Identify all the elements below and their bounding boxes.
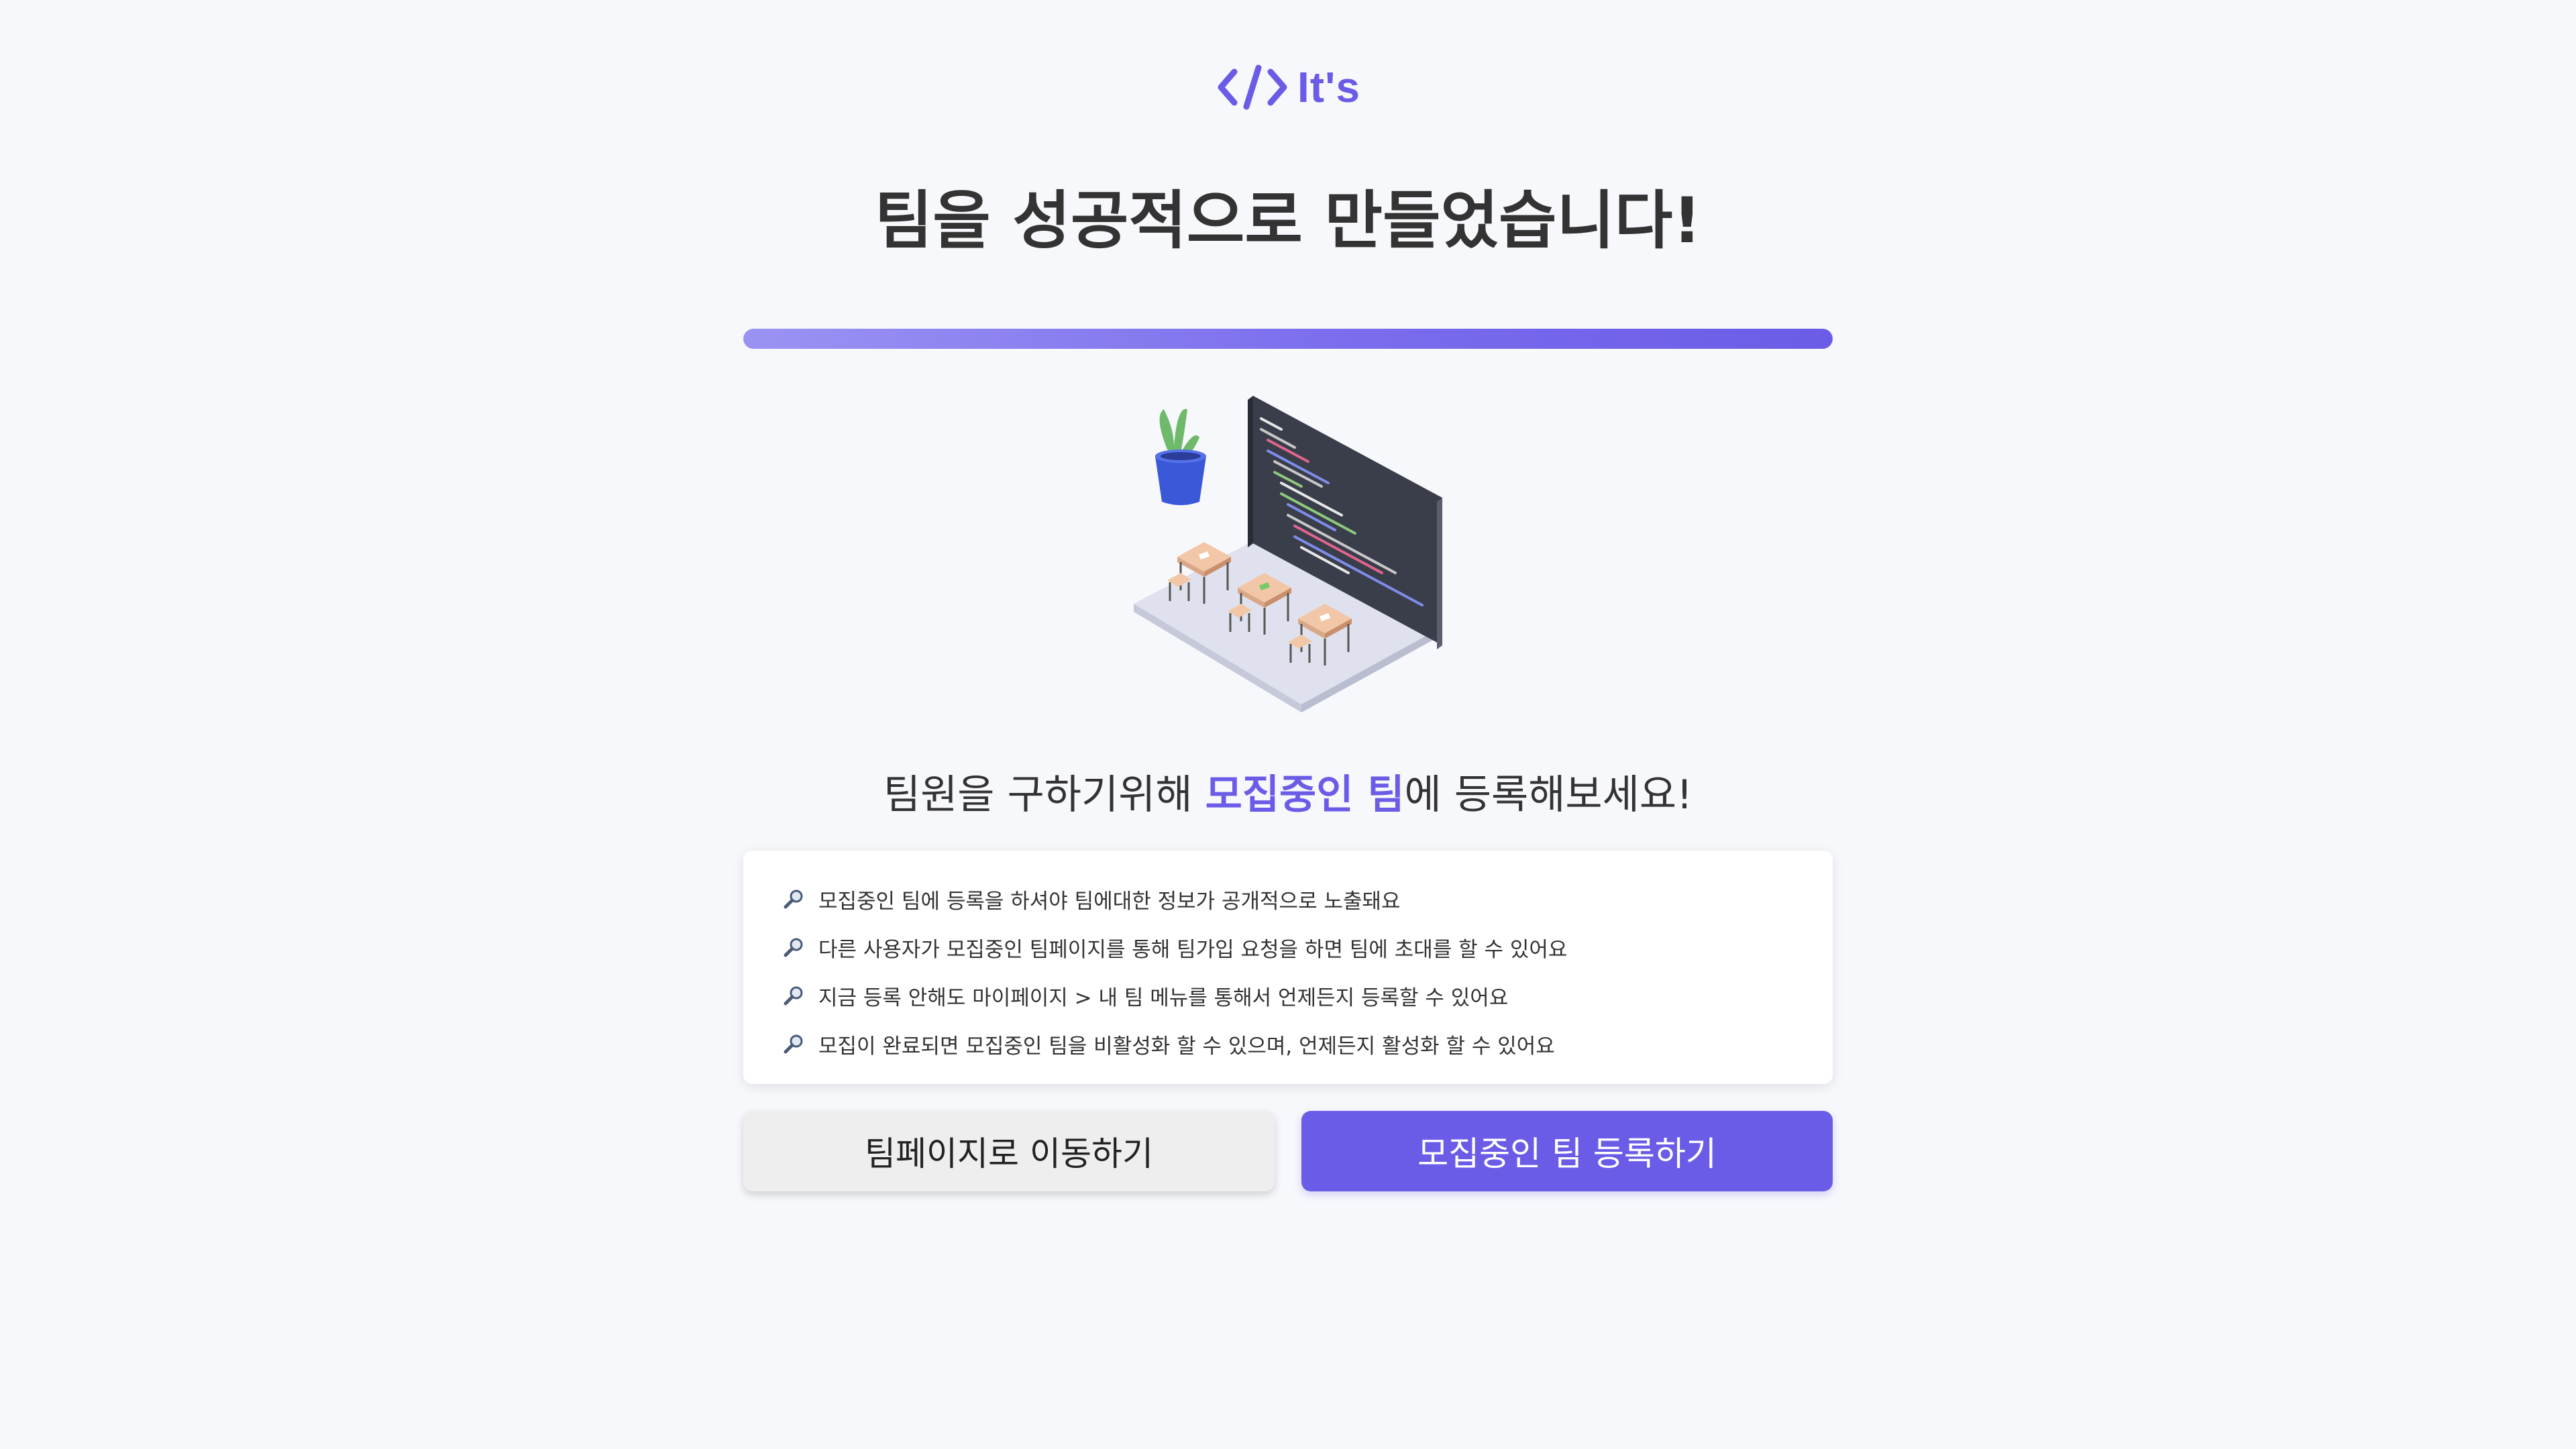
magnifier-icon: [784, 890, 803, 909]
subtitle: 팀원을 구하기위해 모집중인 팀에 등록해보세요!: [0, 765, 2576, 825]
subtitle-prefix: 팀원을 구하기위해: [883, 771, 1205, 818]
logo-text: It's: [1297, 63, 1360, 111]
logo[interactable]: It's: [1216, 60, 1360, 114]
subtitle-highlight: 모집중인 팀: [1205, 771, 1405, 818]
magnifier-icon: [784, 1034, 803, 1054]
go-team-page-button[interactable]: 팀페이지로 이동하기: [743, 1111, 1275, 1191]
info-item-text: 모집이 완료되면 모집중인 팀을 비활성화 할 수 있으며, 언제든지 활성화 …: [818, 1034, 1555, 1059]
classroom-illustration: [1134, 396, 1442, 712]
progress-bar: [743, 329, 1833, 349]
register-recruiting-team-button[interactable]: 모집중인 팀 등록하기: [1301, 1111, 1833, 1191]
info-item: 모집중인 팀에 등록을 하셔야 팀에대한 정보가 공개적으로 노출돼요: [782, 875, 1833, 923]
code-brackets-icon: [1218, 64, 1287, 110]
magnifier-icon: [784, 986, 803, 1006]
info-item: 모집이 완료되면 모집중인 팀을 비활성화 할 수 있으며, 언제든지 활성화 …: [782, 1020, 1833, 1068]
info-item-text: 다른 사용자가 모집중인 팀페이지를 통해 팀가입 요청을 하면 팀에 초대를 …: [818, 937, 1568, 962]
info-item-text: 지금 등록 안해도 마이페이지 > 내 팀 메뉴를 통해서 언제든지 등록할 수…: [818, 985, 1509, 1010]
info-item: 지금 등록 안해도 마이페이지 > 내 팀 메뉴를 통해서 언제든지 등록할 수…: [782, 971, 1833, 1020]
subtitle-suffix: 에 등록해보세요!: [1404, 771, 1693, 818]
info-box: 모집중인 팀에 등록을 하셔야 팀에대한 정보가 공개적으로 노출돼요 다른 사…: [743, 851, 1833, 1084]
progress-fill: [743, 329, 1833, 349]
page-title: 팀을 성공적으로 만들었습니다!: [874, 184, 1702, 258]
info-item-text: 모집중인 팀에 등록을 하셔야 팀에대한 정보가 공개적으로 노출돼요: [818, 889, 1401, 914]
info-item: 다른 사용자가 모집중인 팀페이지를 통해 팀가입 요청을 하면 팀에 초대를 …: [782, 923, 1833, 971]
magnifier-icon: [784, 938, 803, 957]
